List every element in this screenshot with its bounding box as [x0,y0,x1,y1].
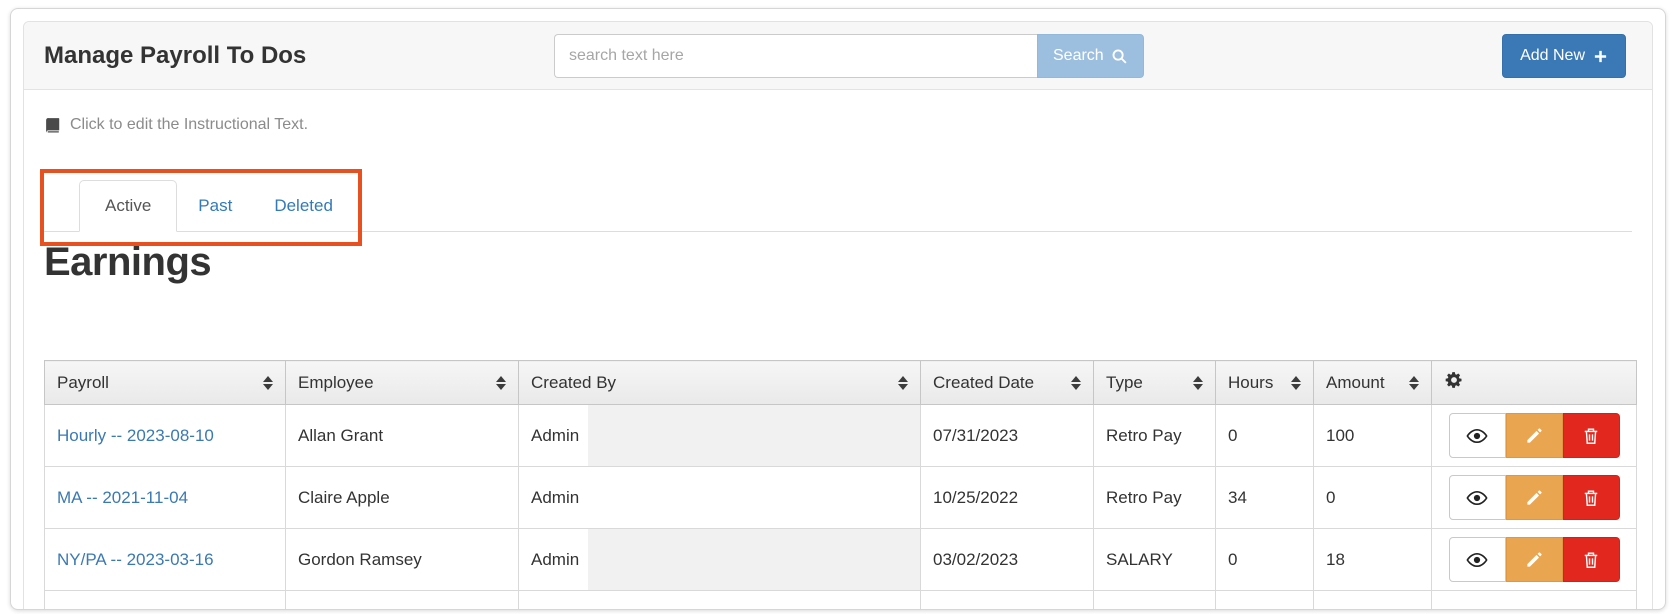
payroll-link[interactable]: NY/PA -- 2023-03-16 [57,550,214,569]
actions-cell [1432,405,1637,467]
covered-area [588,529,920,590]
actions-cell [1432,467,1637,529]
amount-cell: 0 [1314,467,1432,529]
delete-button[interactable] [1563,413,1620,458]
trash-icon [1581,488,1601,508]
gear-icon [1444,370,1464,390]
sort-arrows-icon [1409,376,1419,390]
table-row-partial [45,591,1637,611]
earnings-table: Payroll Employee Created By Created [44,360,1637,610]
tab-active[interactable]: Active [79,180,177,232]
sort-arrows-icon [1071,376,1081,390]
delete-button[interactable] [1563,475,1620,520]
edit-button[interactable] [1506,413,1563,458]
table-row: NY/PA -- 2023-03-16 Gordon Ramsey Admin … [45,529,1637,591]
created-by-cell: Admin [519,405,921,467]
add-new-button-label: Add New [1520,47,1585,65]
sort-arrows-icon [898,376,908,390]
pencil-icon [1525,550,1544,569]
sort-arrows-icon [1193,376,1203,390]
pencil-icon [1525,426,1544,445]
amount-cell: 100 [1314,405,1432,467]
book-icon [44,117,61,134]
plus-icon [1593,49,1608,64]
created-date-cell: 03/02/2023 [921,529,1094,591]
search-group: Search [554,34,1144,78]
view-button[interactable] [1449,537,1506,582]
type-cell: Retro Pay [1094,405,1216,467]
instructional-text-row[interactable]: Click to edit the Instructional Text. [44,116,1632,134]
payroll-link[interactable]: Hourly -- 2023-08-10 [57,426,214,445]
created-by-cell: Admin [519,529,921,591]
employee-cell: Gordon Ramsey [286,529,519,591]
search-input[interactable] [554,34,1037,78]
employee-cell: Allan Grant [286,405,519,467]
column-header-created-by[interactable]: Created By [519,361,921,405]
page-title: Manage Payroll To Dos [44,42,306,70]
trash-icon [1581,426,1601,446]
edit-button[interactable] [1506,537,1563,582]
magnifier-icon [1111,48,1128,65]
eye-icon [1466,549,1488,571]
hours-cell: 0 [1216,529,1314,591]
table-row: MA -- 2021-11-04 Claire Apple Admin 10/2… [45,467,1637,529]
column-header-actions[interactable] [1432,361,1637,405]
column-header-hours[interactable]: Hours [1216,361,1314,405]
panel-body: Click to edit the Instructional Text. Ac… [24,116,1652,610]
sort-arrows-icon [263,376,273,390]
eye-icon [1466,487,1488,509]
panel: Manage Payroll To Dos Search Add New [23,21,1653,610]
type-cell: Retro Pay [1094,467,1216,529]
column-header-employee[interactable]: Employee [286,361,519,405]
sort-arrows-icon [1291,376,1301,390]
table-header-row: Payroll Employee Created By Created [45,361,1637,405]
payroll-link[interactable]: MA -- 2021-11-04 [57,488,188,507]
column-header-amount[interactable]: Amount [1314,361,1432,405]
instructional-text: Click to edit the Instructional Text. [70,116,308,134]
sort-arrows-icon [496,376,506,390]
amount-cell: 18 [1314,529,1432,591]
view-button[interactable] [1449,475,1506,520]
view-button[interactable] [1449,413,1506,458]
panel-heading: Manage Payroll To Dos Search Add New [24,22,1652,90]
type-cell: SALARY [1094,529,1216,591]
actions-cell [1432,529,1637,591]
search-button-label: Search [1053,47,1104,65]
tabs: Active Past Deleted [44,180,1632,232]
column-header-payroll[interactable]: Payroll [45,361,286,405]
payroll-todos-card: Manage Payroll To Dos Search Add New [10,8,1666,610]
add-new-button[interactable]: Add New [1502,34,1626,78]
trash-icon [1581,550,1601,570]
created-date-cell: 10/25/2022 [921,467,1094,529]
hours-cell: 34 [1216,467,1314,529]
eye-icon [1466,425,1488,447]
created-date-cell: 07/31/2023 [921,405,1094,467]
pencil-icon [1525,488,1544,507]
nav-tabs: Active Past Deleted [44,180,1632,232]
employee-cell: Claire Apple [286,467,519,529]
table-row: Hourly -- 2023-08-10 Allan Grant Admin 0… [45,405,1637,467]
tab-past[interactable]: Past [177,181,253,231]
column-header-type[interactable]: Type [1094,361,1216,405]
search-button[interactable]: Search [1037,34,1144,78]
delete-button[interactable] [1563,537,1620,582]
column-header-created-date[interactable]: Created Date [921,361,1094,405]
hours-cell: 0 [1216,405,1314,467]
created-by-cell: Admin [519,467,921,529]
covered-area [588,405,920,466]
edit-button[interactable] [1506,475,1563,520]
section-heading: Earnings [44,240,1632,284]
tab-deleted[interactable]: Deleted [253,181,354,231]
